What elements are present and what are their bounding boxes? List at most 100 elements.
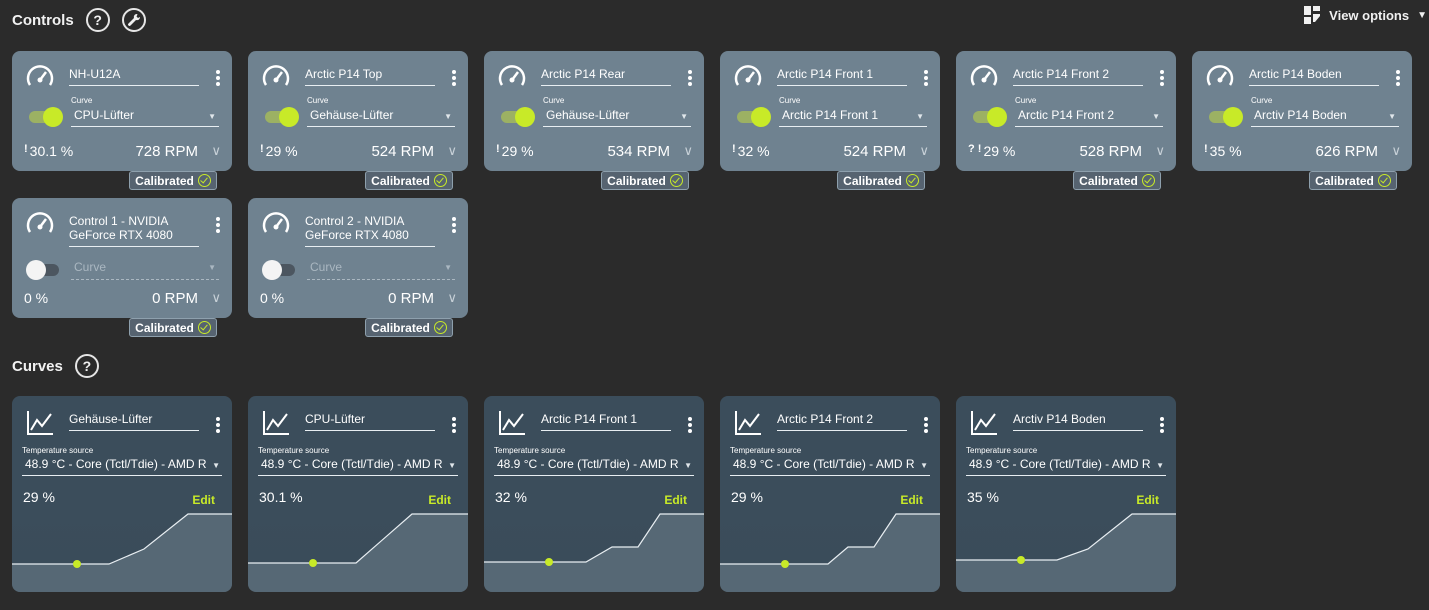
more-options-icon[interactable]: [1160, 417, 1164, 435]
rpm-value: 0 RPM: [388, 290, 434, 307]
control-name-field[interactable]: Control 2 - NVIDIA GeForce RTX 4080: [305, 214, 435, 247]
more-options-icon[interactable]: [452, 217, 456, 235]
curve-select[interactable]: Arctic P14 Front 1 ▼: [779, 106, 927, 127]
temperature-source-select[interactable]: 48.9 °C - Core (Tctl/Tdie) - AMD R ▼: [966, 456, 1166, 476]
check-circle-icon: [669, 174, 683, 187]
dropdown-arrow-icon: ▼: [920, 461, 928, 470]
curve-percent: 32 %: [495, 489, 527, 505]
curve-field-label: Curve: [307, 96, 329, 105]
control-name-line: NH-U12A: [69, 67, 121, 81]
more-options-icon[interactable]: [924, 417, 928, 435]
controls-help-button[interactable]: ?: [85, 8, 110, 32]
control-name-line: Control 2 - NVIDIA: [305, 214, 405, 228]
curve-select[interactable]: CPU-Lüfter ▼: [71, 106, 219, 127]
curve-percent: 29 %: [23, 489, 55, 505]
wrench-icon: [127, 13, 140, 26]
curves-title: Curves: [12, 357, 63, 375]
expand-chevron-icon[interactable]: ∨: [211, 143, 221, 159]
current-point-marker: [781, 560, 789, 568]
curve-name-field[interactable]: CPU-Lüfter: [305, 412, 435, 431]
enable-toggle[interactable]: [29, 107, 63, 127]
more-options-icon[interactable]: [452, 70, 456, 88]
curve-select: Curve ▼: [71, 260, 219, 280]
dropdown-arrow-icon: ▼: [680, 112, 688, 121]
expand-chevron-icon[interactable]: ∨: [211, 290, 221, 306]
calibrated-label: Calibrated: [843, 173, 902, 188]
curve-select[interactable]: Gehäuse-Lüfter ▼: [543, 106, 691, 127]
controls-title: Controls: [12, 11, 74, 29]
curve-field-label: Curve: [1015, 96, 1037, 105]
current-point-marker: [1017, 556, 1025, 564]
curve-select[interactable]: Gehäuse-Lüfter ▼: [307, 106, 455, 127]
curve-name-field[interactable]: Arctic P14 Front 2: [777, 412, 907, 431]
more-options-icon[interactable]: [452, 417, 456, 435]
enable-toggle[interactable]: [1209, 107, 1243, 127]
curves-header: Curves ?: [12, 354, 99, 378]
temperature-source-value: 48.9 °C - Core (Tctl/Tdie) - AMD R: [261, 457, 443, 471]
more-options-icon[interactable]: [688, 417, 692, 435]
control-percent: ! 29 %: [260, 143, 298, 159]
control-name-field[interactable]: Arctic P14 Rear: [541, 67, 671, 86]
curve-name-field[interactable]: Gehäuse-Lüfter: [69, 412, 199, 431]
expand-chevron-icon[interactable]: ∨: [683, 143, 693, 159]
rpm-value: 728 RPM: [135, 143, 198, 160]
toggle-knob: [751, 107, 771, 127]
temperature-source-select[interactable]: 48.9 °C - Core (Tctl/Tdie) - AMD R ▼: [730, 456, 930, 476]
control-card: Arctic P14 Rear Curve Gehäuse-Lüfter ▼! 29 %…: [484, 51, 704, 171]
curve-preview-chart: [484, 513, 704, 592]
expand-chevron-icon[interactable]: ∨: [1155, 143, 1165, 159]
control-name-field[interactable]: Control 1 - NVIDIA GeForce RTX 4080: [69, 214, 199, 247]
more-options-icon[interactable]: [688, 70, 692, 88]
calibrated-label: Calibrated: [135, 320, 194, 335]
more-options-icon[interactable]: [924, 70, 928, 88]
control-name-field[interactable]: Arctic P14 Top: [305, 67, 435, 86]
dropdown-arrow-icon: ▼: [208, 263, 216, 272]
curve-select[interactable]: Arctiv P14 Boden ▼: [1251, 106, 1399, 127]
enable-toggle[interactable]: [26, 260, 59, 280]
curves-help-button[interactable]: ?: [74, 354, 99, 378]
warning-indicator: !: [260, 143, 264, 155]
control-card: Arctic P14 Boden Curve Arctiv P14 Boden ▼! 3…: [1192, 51, 1412, 171]
control-percent: ! 32 %: [732, 143, 770, 159]
enable-toggle[interactable]: [737, 107, 771, 127]
control-name-field[interactable]: NH-U12A: [69, 67, 199, 86]
curve-name-field[interactable]: Arctiv P14 Boden: [1013, 412, 1143, 431]
view-options-button[interactable]: View options ▼: [1303, 5, 1427, 25]
enable-toggle[interactable]: [265, 107, 299, 127]
expand-chevron-icon[interactable]: ∨: [919, 143, 929, 159]
curve-select[interactable]: Arctic P14 Front 2 ▼: [1015, 106, 1163, 127]
expand-chevron-icon[interactable]: ∨: [447, 290, 457, 306]
curve-area: [484, 514, 704, 592]
curve-preview-chart: [956, 513, 1176, 592]
more-options-icon[interactable]: [216, 70, 220, 88]
curve-select: Curve ▼: [307, 260, 455, 280]
temperature-source-select[interactable]: 48.9 °C - Core (Tctl/Tdie) - AMD R ▼: [494, 456, 694, 476]
control-name-field[interactable]: Arctic P14 Front 1: [777, 67, 907, 86]
control-percent: 0 %: [260, 290, 284, 306]
control-card: Arctic P14 Front 2 Curve Arctic P14 Front …: [956, 51, 1176, 171]
curve-name-field[interactable]: Arctic P14 Front 1: [541, 412, 671, 431]
more-options-icon[interactable]: [216, 217, 220, 235]
expand-chevron-icon[interactable]: ∨: [447, 143, 457, 159]
enable-toggle[interactable]: [262, 260, 295, 280]
control-percent: 0 %: [24, 290, 48, 306]
control-name-field[interactable]: Arctic P14 Boden: [1249, 67, 1379, 86]
more-options-icon[interactable]: [1396, 70, 1400, 88]
toggle-knob: [1223, 107, 1243, 127]
settings-wrench-button[interactable]: [121, 8, 146, 32]
rpm-value: 534 RPM: [607, 143, 670, 160]
check-circle-icon: [433, 174, 447, 187]
temperature-source-select[interactable]: 48.9 °C - Core (Tctl/Tdie) - AMD R ▼: [22, 456, 222, 476]
temperature-source-select[interactable]: 48.9 °C - Core (Tctl/Tdie) - AMD R ▼: [258, 456, 458, 476]
control-name-field[interactable]: Arctic P14 Front 2: [1013, 67, 1143, 86]
more-options-icon[interactable]: [1160, 70, 1164, 88]
dropdown-arrow-icon: ▼: [444, 112, 452, 121]
temperature-source-label: Temperature source: [494, 446, 566, 455]
check-circle-icon: [197, 174, 211, 187]
enable-toggle[interactable]: [501, 107, 535, 127]
expand-chevron-icon[interactable]: ∨: [1391, 143, 1401, 159]
warning-indicator: !: [24, 143, 28, 155]
line-chart-icon: [262, 410, 290, 441]
more-options-icon[interactable]: [216, 417, 220, 435]
enable-toggle[interactable]: [973, 107, 1007, 127]
